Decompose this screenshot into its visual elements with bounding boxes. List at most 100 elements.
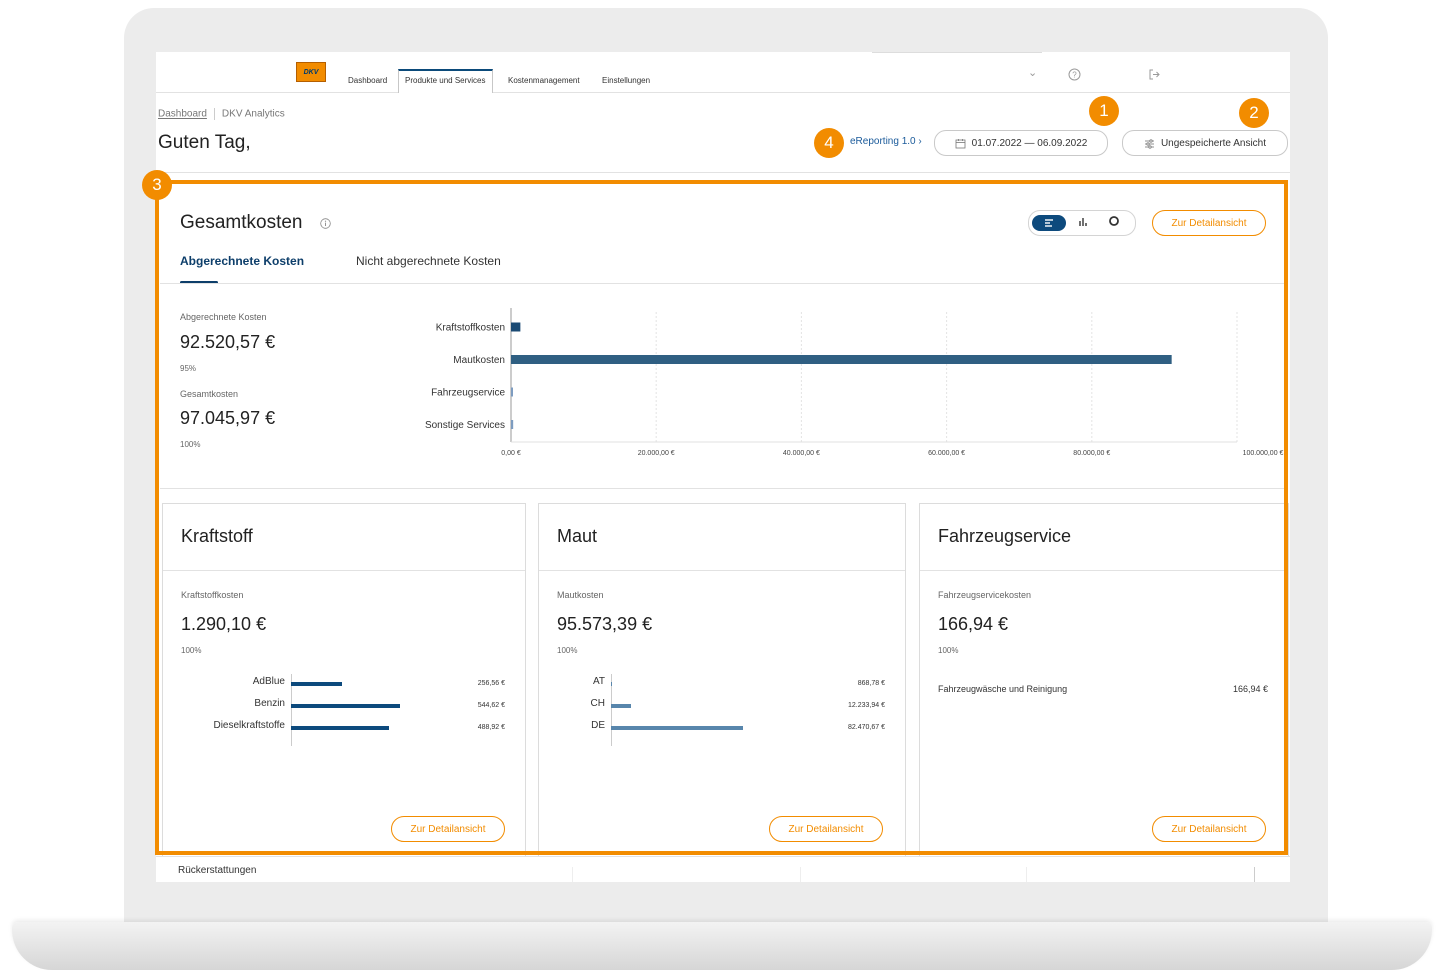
breadcrumb-home-link[interactable]: Dashboard	[158, 109, 207, 120]
x-tick-label: 60.000,00 €	[928, 450, 965, 457]
kpi-value-gesamtkosten: 97.045,97 €	[180, 408, 276, 428]
overview-detail-button[interactable]: Zur Detailansicht	[1152, 210, 1266, 236]
ereporting-link[interactable]: eReporting 1.0 ›	[850, 136, 922, 147]
x-tick-label: 100.000,00 €	[1243, 450, 1284, 457]
mini-bar	[291, 682, 343, 686]
category-label: Fahrzeugservice	[431, 388, 505, 399]
logout-icon[interactable]	[1148, 68, 1161, 84]
card-kpi-pct: 100%	[557, 646, 578, 655]
service-row-label: Fahrzeugwäsche und Reinigung	[938, 684, 1068, 694]
bar-kraftstoffkosten	[511, 322, 521, 332]
nav-dashboard[interactable]: Dashboard	[348, 76, 387, 85]
fahrzeugservice-card: Fahrzeugservice Fahrzeugservicekosten 16…	[919, 503, 1289, 882]
card-kpi-label: Mautkosten	[557, 590, 604, 600]
nav-kostenmanagement[interactable]: Kostenmanagement	[508, 76, 580, 85]
saved-view-button[interactable]: Ungespeicherte Ansicht	[1122, 130, 1288, 156]
grid-line	[800, 867, 801, 882]
date-range-text: 01.07.2022 — 06.09.2022	[971, 137, 1088, 149]
x-tick-label: 80.000,00 €	[1073, 450, 1110, 457]
card-kpi-label: Fahrzeugservicekosten	[938, 590, 1032, 600]
kraftstoff-detail-button[interactable]: Zur Detailansicht	[391, 816, 505, 842]
maut-detail-button[interactable]: Zur Detailansicht	[769, 816, 883, 842]
svg-text:?: ?	[1072, 71, 1077, 80]
calendar-icon	[955, 138, 966, 148]
vertical-bar-view-button[interactable]	[1077, 216, 1089, 231]
rueckerstattungen-label: Rückerstattungen	[178, 865, 257, 876]
nav-einstellungen[interactable]: Einstellungen	[602, 76, 650, 85]
mini-value-label: 488,92 €	[477, 724, 505, 731]
maut-mini-chart: AT 868,78 € CH 12.233,94 € DE 82.470,67 €	[539, 674, 905, 746]
dkv-logo[interactable]: DKV	[296, 62, 326, 82]
kraftstoff-mini-chart: AdBlue 256,56 € Benzin 544,62 € Dieselkrafts…	[163, 674, 525, 746]
app-screen: DKV Dashboard Produkte und Services Kost…	[156, 52, 1290, 882]
mini-bar	[291, 704, 400, 708]
callout-badge-3: 3	[142, 170, 172, 200]
breadcrumb-separator	[213, 108, 215, 120]
info-icon[interactable]	[320, 218, 331, 232]
mini-category-label: DE	[591, 720, 605, 731]
tab-nicht-abgerechnete-kosten[interactable]: Nicht abgerechnete Kosten	[356, 254, 501, 268]
breadcrumb-current: DKV Analytics	[221, 108, 285, 120]
mini-value-label: 82.470,67 €	[848, 724, 885, 731]
bar-fahrzeugservice	[511, 387, 513, 397]
vertical-bar-icon	[1079, 218, 1087, 226]
kpi-label-abgerechnete: Abgerechnete Kosten	[180, 312, 267, 322]
mini-bar	[611, 726, 743, 730]
tab-abgerechnete-kosten[interactable]: Abgerechnete Kosten	[180, 254, 304, 268]
laptop-base	[12, 922, 1432, 970]
kpi-pct-abgerechnete: 95%	[180, 364, 197, 373]
logo-text: DKV	[303, 68, 319, 76]
mini-value-label: 868,78 €	[857, 680, 885, 687]
saved-view-label: Ungespeicherte Ansicht	[1160, 137, 1267, 149]
mini-bar	[611, 704, 631, 708]
callout-badge-2: 2	[1239, 98, 1269, 128]
card-divider	[539, 570, 905, 571]
rueckerstattungen-section: Rückerstattungen	[156, 856, 1290, 882]
header-divider	[156, 172, 1290, 173]
category-label: Sonstige Services	[425, 420, 505, 431]
mini-category-label: AdBlue	[252, 676, 285, 687]
section-divider	[160, 488, 1286, 489]
category-label: Mautkosten	[453, 355, 505, 366]
donut-view-button[interactable]	[1108, 215, 1120, 230]
cost-breakdown-chart: 0,00 € 20.000,00 € 40.000,00 € 60.000,00 € 8…	[425, 308, 1284, 457]
nav-produkte-und-services[interactable]: Produkte und Services	[398, 69, 493, 93]
horizontal-bar-view-button[interactable]	[1032, 215, 1066, 231]
grid-line	[572, 867, 573, 882]
breadcrumb: Dashboard DKV Analytics	[158, 108, 285, 120]
grid-line	[1254, 867, 1255, 882]
mini-bar	[291, 726, 389, 730]
card-divider	[920, 570, 1288, 571]
card-title: Maut	[557, 526, 598, 546]
help-icon[interactable]: ?	[1068, 68, 1081, 84]
callout-badge-4: 4	[814, 128, 844, 158]
date-range-button[interactable]: 01.07.2022 — 06.09.2022	[934, 130, 1108, 156]
top-divider	[872, 52, 1042, 53]
gesamtkosten-title: Gesamtkosten	[180, 212, 303, 233]
chart-type-toggle	[1028, 210, 1136, 236]
bar-mautkosten	[511, 355, 1172, 364]
card-title: Kraftstoff	[181, 526, 253, 546]
kpi-pct-gesamtkosten: 100%	[180, 440, 201, 449]
mini-category-label: Benzin	[254, 698, 285, 709]
bar-sonstige-services	[511, 420, 514, 429]
chevron-down-icon[interactable]: ⌄	[1028, 66, 1037, 79]
card-kpi-label: Kraftstoffkosten	[181, 590, 244, 600]
card-divider	[163, 570, 525, 571]
mini-category-label: Dieselkraftstoffe	[213, 720, 285, 731]
card-kpi-value: 166,94 €	[938, 614, 1009, 634]
x-tick-label: 40.000,00 €	[783, 450, 820, 457]
card-kpi-value: 1.290,10 €	[181, 614, 267, 634]
card-kpi-pct: 100%	[181, 646, 202, 655]
card-kpi-value: 95.573,39 €	[557, 614, 653, 634]
page-title: Guten Tag,	[158, 132, 251, 153]
callout-badge-1: 1	[1089, 96, 1119, 126]
fahrzeugservice-detail-button[interactable]: Zur Detailansicht	[1152, 816, 1266, 842]
mini-bar	[611, 682, 613, 686]
kpi-label-gesamtkosten: Gesamtkosten	[180, 389, 239, 399]
grid-line	[1026, 867, 1027, 882]
mini-value-label: 544,62 €	[477, 702, 505, 709]
x-tick-label: 20.000,00 €	[638, 450, 675, 457]
mini-category-label: AT	[592, 676, 605, 687]
donut-chart-icon	[1109, 216, 1119, 226]
